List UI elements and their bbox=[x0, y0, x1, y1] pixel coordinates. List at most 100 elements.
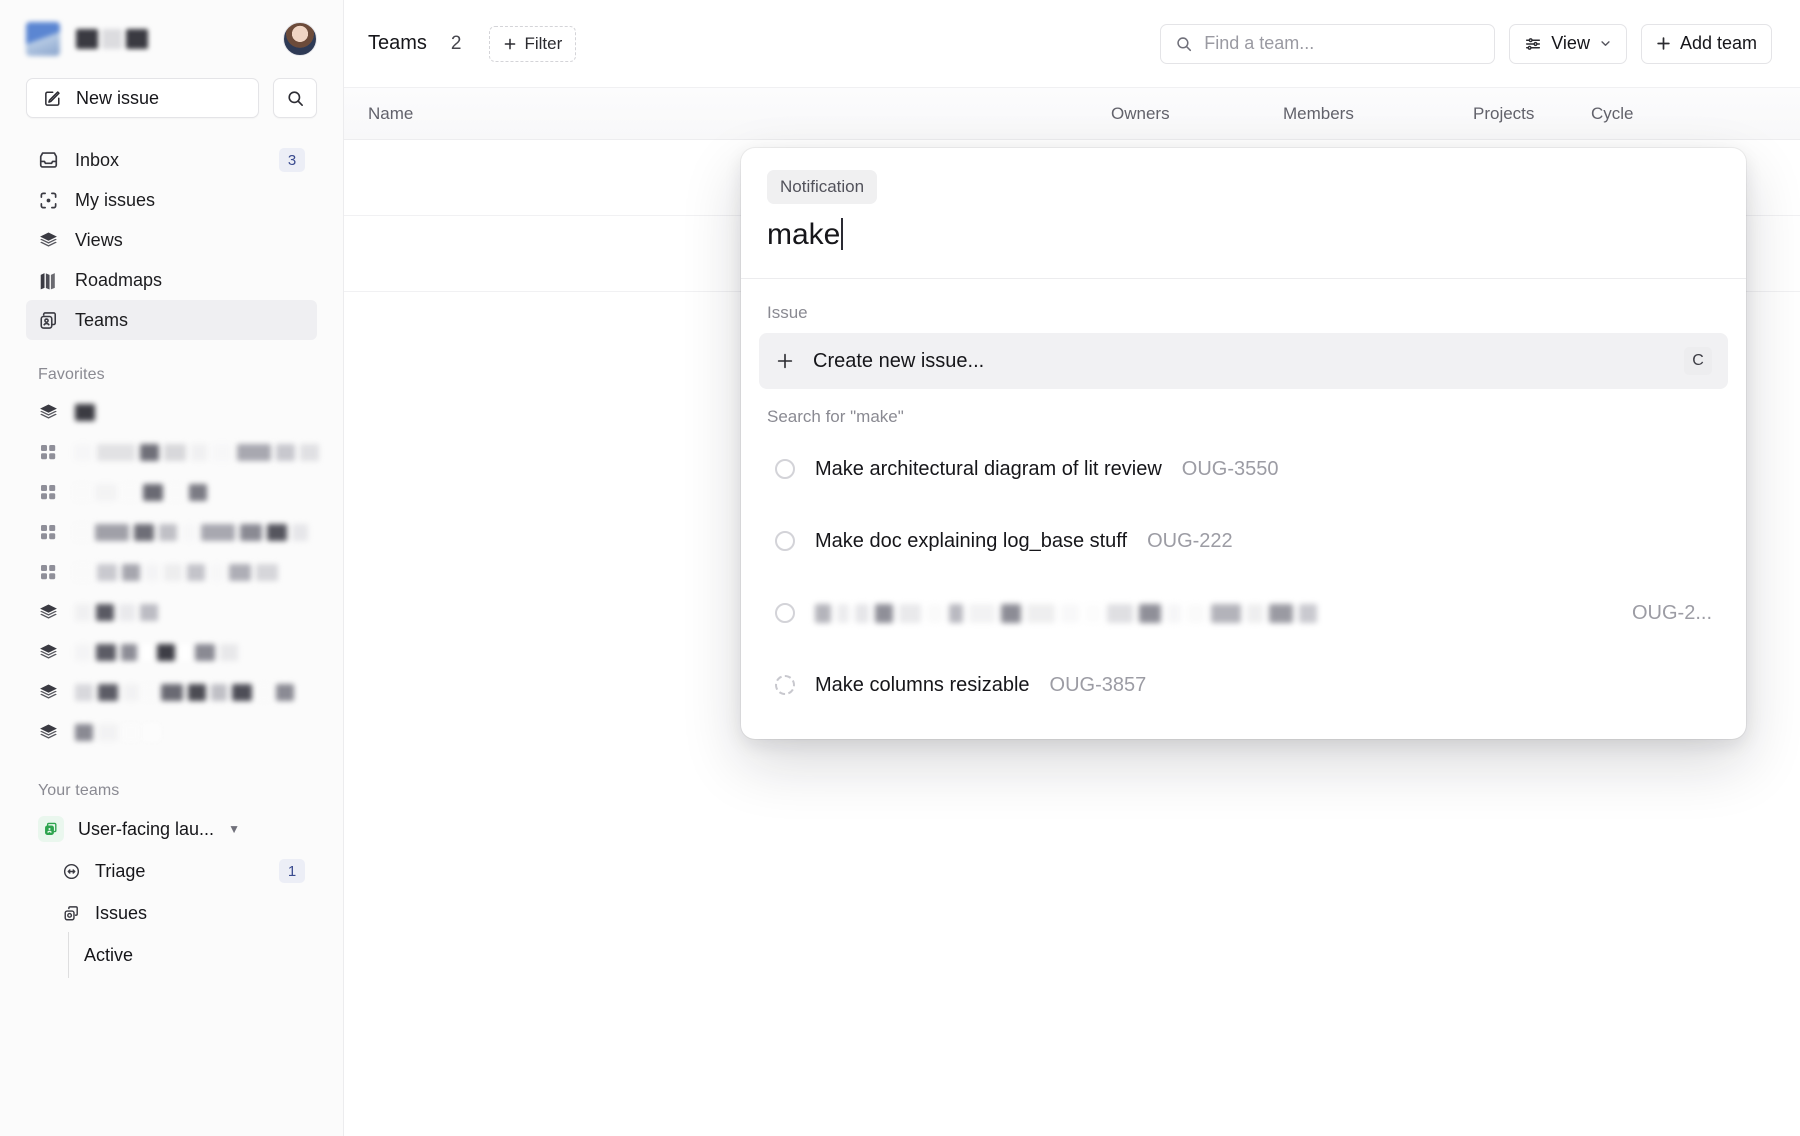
new-issue-button[interactable]: New issue bbox=[26, 78, 259, 118]
search-result-item[interactable]: OUG-2... bbox=[759, 577, 1728, 649]
roadmaps-icon bbox=[38, 270, 59, 291]
search-results-list: Make architectural diagram of lit review… bbox=[759, 433, 1728, 721]
workspace-switcher[interactable] bbox=[26, 22, 148, 56]
context-chip[interactable]: Notification bbox=[767, 170, 878, 204]
favorite-item[interactable] bbox=[26, 432, 319, 472]
sidebar-item-label: Triage bbox=[95, 860, 146, 881]
workspace-name-redacted bbox=[76, 29, 148, 49]
workspace-logo-icon bbox=[26, 22, 60, 56]
views-layers-icon bbox=[38, 642, 59, 663]
sidebar-item-inbox[interactable]: Inbox 3 bbox=[26, 140, 317, 180]
todo-status-icon bbox=[775, 603, 795, 623]
project-grid-icon bbox=[38, 562, 58, 582]
favorites-list bbox=[26, 392, 319, 752]
team-avatar-icon bbox=[38, 816, 64, 842]
search-result-item[interactable]: Make doc explaining log_base stuff OUG-22… bbox=[759, 505, 1728, 577]
sidebar-item-label: Views bbox=[75, 229, 123, 250]
sidebar-item-label: Active bbox=[84, 944, 134, 965]
compose-icon bbox=[43, 89, 62, 108]
favorite-label-redacted bbox=[74, 443, 319, 461]
sidebar-item-active[interactable]: Active bbox=[26, 932, 317, 978]
command-palette-results: Issue Create new issue... C Search for "… bbox=[741, 279, 1746, 739]
sidebar-item-my-issues[interactable]: My issues bbox=[26, 180, 317, 220]
triage-icon bbox=[62, 862, 81, 881]
search-result-item[interactable]: Make columns resizable OUG-3857 bbox=[759, 649, 1728, 721]
sidebar-search-button[interactable] bbox=[273, 78, 317, 118]
group-label-issue: Issue bbox=[767, 303, 808, 322]
favorite-label-redacted bbox=[74, 563, 305, 581]
search-result-item[interactable]: Make architectural diagram of lit review… bbox=[759, 433, 1728, 505]
todo-status-icon bbox=[775, 531, 795, 551]
views-layers-icon bbox=[38, 682, 59, 703]
favorite-item[interactable] bbox=[26, 592, 317, 632]
shortcut-badge: C bbox=[1684, 347, 1712, 375]
favorite-label-redacted bbox=[74, 483, 305, 501]
todo-status-icon bbox=[775, 459, 795, 479]
sidebar-item-views[interactable]: Views bbox=[26, 220, 317, 260]
inbox-icon bbox=[38, 150, 59, 171]
favorite-item[interactable] bbox=[26, 712, 317, 752]
chevron-down-icon[interactable]: ▼ bbox=[228, 822, 240, 836]
favorite-item[interactable] bbox=[26, 552, 317, 592]
issues-icon bbox=[62, 904, 81, 923]
sidebar-item-label: My issues bbox=[75, 189, 156, 210]
favorite-label-redacted bbox=[75, 683, 305, 701]
create-new-issue-label: Create new issue... bbox=[813, 349, 985, 372]
favorite-item[interactable] bbox=[26, 392, 317, 432]
app-root: New issue Inbox 3 My issues Views Roadma… bbox=[0, 0, 1800, 1136]
search-for-label: Search for "make" bbox=[767, 407, 904, 426]
project-grid-icon bbox=[38, 522, 58, 542]
command-input-value: make bbox=[767, 218, 841, 251]
sidebar-item-label: Inbox bbox=[75, 149, 120, 170]
sidebar-header bbox=[26, 0, 317, 78]
sidebar-item-teams[interactable]: Teams bbox=[26, 300, 317, 340]
result-issue-id: OUG-2... bbox=[1631, 601, 1712, 624]
inbox-badge: 3 bbox=[279, 148, 305, 172]
project-grid-icon bbox=[38, 442, 58, 462]
favorite-label-redacted bbox=[75, 723, 305, 741]
views-layers-icon bbox=[38, 230, 59, 251]
plus-icon bbox=[775, 351, 795, 371]
sidebar-item-triage[interactable]: Triage 1 bbox=[26, 850, 317, 892]
favorites-section-title: Favorites bbox=[38, 366, 105, 383]
favorite-label-redacted bbox=[75, 603, 305, 621]
views-layers-icon bbox=[38, 402, 59, 423]
backlog-status-icon bbox=[775, 675, 795, 695]
triage-badge: 1 bbox=[279, 859, 305, 883]
team-name: User-facing lau... bbox=[78, 818, 215, 839]
your-teams-section-title: Your teams bbox=[38, 782, 120, 799]
command-palette-input-row[interactable]: make bbox=[741, 204, 1746, 278]
result-issue-id: OUG-3857 bbox=[1049, 673, 1147, 696]
teams-icon bbox=[38, 310, 59, 331]
views-layers-icon bbox=[38, 602, 59, 623]
search-icon bbox=[286, 89, 305, 108]
sidebar-item-issues[interactable]: Issues bbox=[26, 892, 317, 934]
result-title: Make columns resizable bbox=[815, 673, 1030, 696]
favorite-item[interactable] bbox=[26, 632, 317, 672]
sidebar-team-user-facing-launch[interactable]: User-facing lau... ▼ bbox=[26, 808, 317, 850]
project-grid-icon bbox=[38, 482, 58, 502]
result-issue-id: OUG-3550 bbox=[1181, 457, 1279, 480]
favorite-item[interactable] bbox=[26, 672, 317, 712]
favorite-item[interactable] bbox=[26, 472, 317, 512]
favorite-item[interactable] bbox=[26, 512, 317, 552]
sidebar-actions: New issue bbox=[26, 78, 317, 118]
result-title: Make doc explaining log_base stuff bbox=[815, 529, 1128, 552]
favorite-label-redacted bbox=[75, 643, 305, 661]
result-title-redacted bbox=[815, 603, 1612, 623]
favorite-label-redacted bbox=[74, 523, 308, 541]
command-palette: Notification make Issue Create new issue… bbox=[741, 148, 1746, 739]
views-layers-icon bbox=[38, 722, 59, 743]
favorite-label-redacted bbox=[75, 403, 305, 421]
result-title: Make architectural diagram of lit review bbox=[815, 457, 1162, 480]
avatar[interactable] bbox=[283, 22, 317, 56]
main-content: Teams 2 Filter Find a team... View Add t… bbox=[344, 0, 1800, 1136]
sidebar-item-roadmaps[interactable]: Roadmaps bbox=[26, 260, 317, 300]
sidebar-item-label: Roadmaps bbox=[75, 269, 163, 290]
my-issues-icon bbox=[38, 190, 59, 211]
create-new-issue-item[interactable]: Create new issue... C bbox=[759, 333, 1728, 389]
result-issue-id: OUG-222 bbox=[1147, 529, 1233, 552]
new-issue-label: New issue bbox=[76, 87, 160, 108]
sidebar-item-label: Teams bbox=[75, 309, 129, 330]
sidebar-item-label: Issues bbox=[95, 902, 148, 923]
